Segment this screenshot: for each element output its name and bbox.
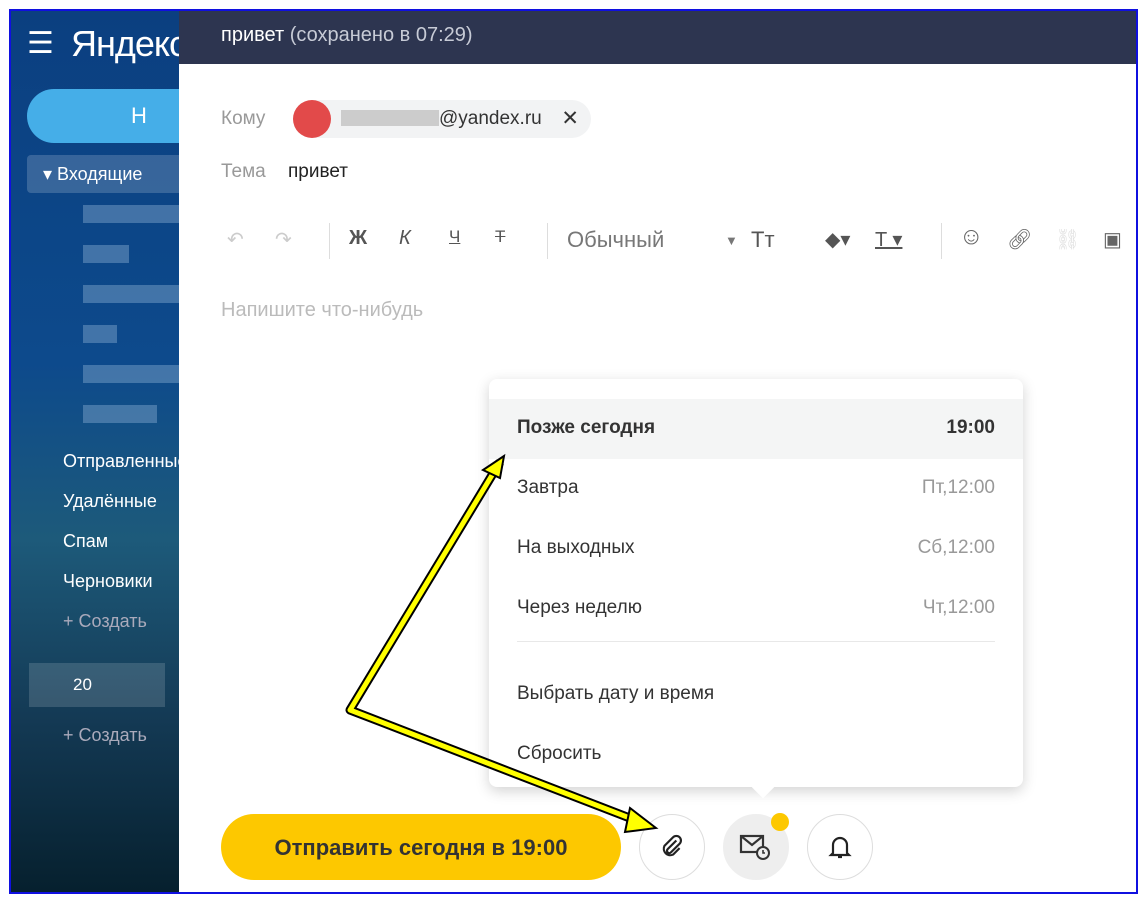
- menu-item-weekend[interactable]: На выходных Сб,12:00: [489, 519, 1023, 579]
- reminder-button[interactable]: [807, 814, 873, 880]
- folder-inbox[interactable]: ▾ Входящие: [27, 155, 187, 193]
- menu-item-time: 19:00: [946, 417, 995, 438]
- create-label-link[interactable]: + Создать: [63, 725, 147, 746]
- menu-item-label: Позже сегодня: [517, 417, 656, 438]
- blurred-subfolder[interactable]: [83, 285, 179, 303]
- unlink-icon[interactable]: ⛓︎: [1055, 227, 1080, 252]
- flagged-count: 20: [73, 675, 92, 694]
- emoji-icon[interactable]: ☺: [959, 223, 984, 251]
- blurred-subfolder[interactable]: [83, 365, 179, 383]
- divider: [517, 641, 995, 642]
- menu-item-time: Сб,12:00: [917, 537, 995, 558]
- font-size-button[interactable]: Тт: [751, 227, 775, 253]
- logo[interactable]: Яндекс: [71, 23, 187, 65]
- menu-item-label: На выходных: [517, 537, 635, 558]
- divider: [329, 223, 330, 259]
- blurred-subfolder[interactable]: [83, 245, 129, 263]
- fill-color-icon[interactable]: ◆▾: [825, 227, 850, 252]
- blurred-subfolder[interactable]: [83, 405, 157, 423]
- subject-input[interactable]: привет: [288, 161, 348, 183]
- body-input[interactable]: Напишите что-нибудь: [221, 299, 423, 322]
- menu-item-next-week[interactable]: Через неделю Чт,12:00: [489, 579, 1023, 639]
- menu-item-time: Чт,12:00: [922, 597, 995, 618]
- create-folder-link[interactable]: + Создать: [63, 611, 147, 632]
- paperclip-icon: [662, 834, 682, 857]
- create-folder-label: Создать: [78, 611, 147, 631]
- subject-label: Тема: [221, 161, 266, 182]
- attach-button[interactable]: [639, 814, 705, 880]
- notification-dot: [771, 813, 789, 831]
- to-label: Кому: [221, 108, 266, 129]
- bold-button[interactable]: Ж: [349, 227, 367, 250]
- text-color-icon[interactable]: T ▾: [875, 227, 902, 252]
- menu-item-pick-date[interactable]: Выбрать дату и время: [489, 665, 1023, 725]
- mail-clock-icon: [739, 834, 770, 860]
- folder-spam[interactable]: Спам: [63, 531, 108, 552]
- remove-recipient-icon[interactable]: ✕: [561, 106, 579, 131]
- menu-item-reset[interactable]: Сбросить: [489, 725, 1023, 785]
- redo-icon[interactable]: ↷: [275, 227, 292, 252]
- style-select[interactable]: Обычный: [567, 227, 664, 253]
- divider: [547, 223, 548, 259]
- folder-drafts[interactable]: Черновики: [63, 571, 153, 592]
- strikethrough-button[interactable]: Т: [495, 227, 505, 247]
- chevron-down-icon[interactable]: ▼: [725, 233, 738, 248]
- divider: [941, 223, 942, 259]
- image-icon[interactable]: ▣: [1103, 227, 1122, 252]
- recipient-chip[interactable]: @yandex.ru ✕: [293, 100, 591, 138]
- compose-label: Н: [131, 103, 147, 128]
- compose-panel: привет (сохранено в 07:29) Кому @yandex.…: [179, 11, 1136, 892]
- format-toolbar: ↶ ↷ Ж К Ч Т Обычный ▼ Тт ◆▾ T ▾ ☺ 🔗︎ ⛓︎ …: [221, 223, 1136, 259]
- menu-item-tomorrow[interactable]: Завтра Пт,12:00: [489, 459, 1023, 519]
- create-label-label: Создать: [78, 725, 147, 745]
- bell-icon: [828, 836, 852, 859]
- blurred-username: [341, 110, 439, 126]
- blurred-subfolder[interactable]: [83, 325, 117, 343]
- screenshot-frame: ☰ Яндекс Н ▾ Входящие Отправленные Удалё…: [9, 9, 1138, 894]
- menu-item-label: Через неделю: [517, 597, 642, 618]
- menu-item-later-today[interactable]: Позже сегодня 19:00: [489, 399, 1023, 459]
- send-button[interactable]: Отправить сегодня в 19:00: [221, 814, 621, 880]
- italic-button[interactable]: К: [399, 227, 411, 250]
- recipient-domain: @yandex.ru: [439, 108, 542, 129]
- compose-header: привет (сохранено в 07:29): [179, 11, 1136, 64]
- menu-icon[interactable]: ☰: [27, 29, 54, 59]
- blurred-subfolder[interactable]: [83, 205, 179, 223]
- folder-sent[interactable]: Отправленные: [63, 451, 188, 472]
- underline-button[interactable]: Ч: [449, 227, 460, 247]
- avatar: [293, 100, 331, 138]
- undo-icon[interactable]: ↶: [227, 227, 244, 252]
- scheduled-send-menu: Позже сегодня 19:00 Завтра Пт,12:00 На вых…: [489, 379, 1023, 799]
- sidebar: ☰ Яндекс Н ▾ Входящие Отправленные Удалё…: [11, 11, 207, 892]
- draft-subject: привет: [221, 24, 285, 46]
- link-icon[interactable]: 🔗︎: [1007, 227, 1032, 252]
- menu-item-label: Завтра: [517, 477, 579, 498]
- flagged-filter[interactable]: 20: [29, 663, 165, 707]
- saved-status: (сохранено в 07:29): [289, 24, 473, 46]
- menu-item-time: Пт,12:00: [921, 477, 995, 498]
- folder-deleted[interactable]: Удалённые: [63, 491, 157, 512]
